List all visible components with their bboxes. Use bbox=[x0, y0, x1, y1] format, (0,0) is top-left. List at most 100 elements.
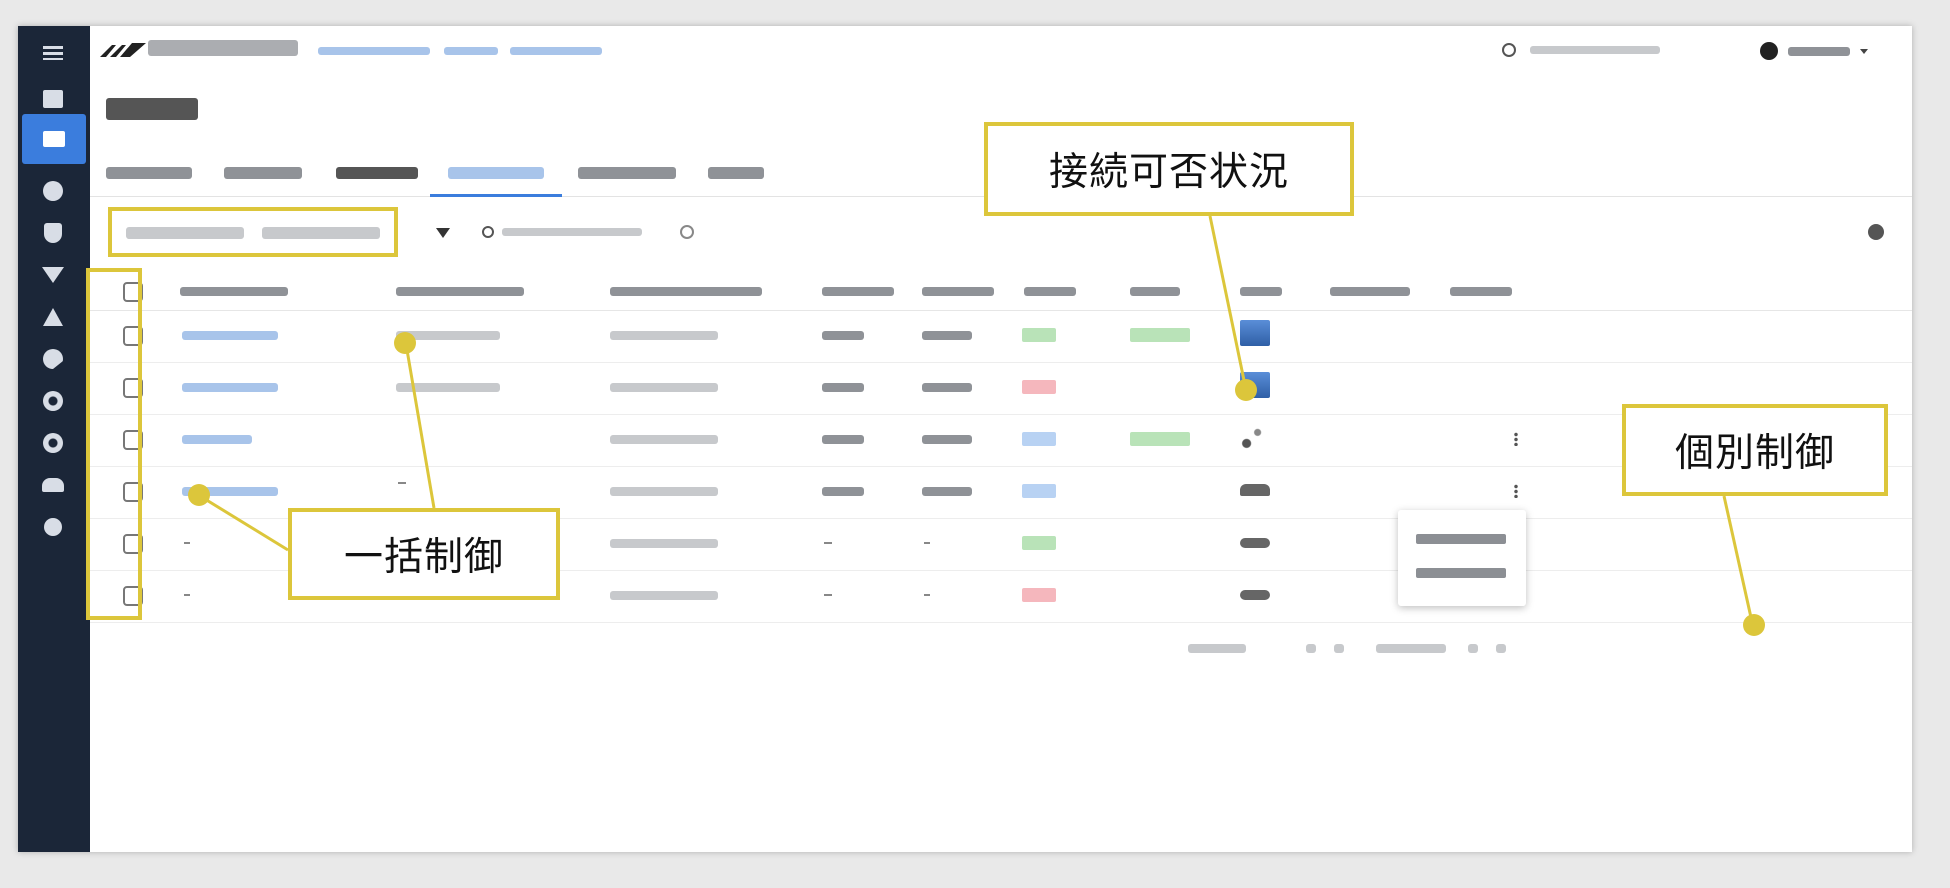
router-icon bbox=[1240, 484, 1270, 496]
col-approval[interactable] bbox=[1130, 287, 1180, 296]
search-icon bbox=[482, 226, 494, 238]
tab-endpoints[interactable] bbox=[430, 150, 562, 197]
shield-icon[interactable] bbox=[40, 220, 66, 246]
cell-auth-server-host bbox=[610, 487, 718, 496]
col-client-2[interactable] bbox=[922, 287, 994, 296]
globe-icon[interactable] bbox=[40, 178, 66, 204]
next-page-button[interactable] bbox=[1468, 644, 1478, 653]
row-menu-button[interactable] bbox=[1514, 432, 1518, 446]
cell-client-1 bbox=[822, 331, 864, 340]
col-client-1[interactable] bbox=[822, 287, 894, 296]
row-menu-button[interactable] bbox=[1514, 484, 1518, 498]
col-ip-address[interactable] bbox=[1330, 287, 1410, 296]
cell-auth-user-empty bbox=[398, 482, 406, 484]
cell-mac-address[interactable] bbox=[182, 435, 252, 444]
menu-item-allow-device[interactable] bbox=[1416, 568, 1506, 578]
callout-anchor-checkbox bbox=[188, 484, 210, 506]
brand-logo-icon bbox=[100, 43, 146, 57]
cell-client-1-empty bbox=[824, 594, 832, 596]
cell-client-2 bbox=[922, 331, 972, 340]
tab-devices[interactable] bbox=[106, 150, 206, 194]
status-badge bbox=[1022, 588, 1056, 602]
asset-icon[interactable] bbox=[22, 114, 86, 164]
callout-connection-status-text: 接続可否状況 bbox=[1048, 150, 1289, 195]
cell-client-1 bbox=[822, 383, 864, 392]
col-status[interactable] bbox=[1024, 287, 1076, 296]
last-page-button[interactable] bbox=[1496, 644, 1506, 653]
col-auth-user[interactable] bbox=[396, 287, 524, 296]
bulk-action-group bbox=[108, 207, 398, 257]
filter-button[interactable] bbox=[428, 218, 458, 248]
cell-mac-address-empty bbox=[184, 542, 190, 544]
cell-client-2 bbox=[922, 487, 972, 496]
cell-client-2-empty bbox=[924, 542, 930, 544]
laptop-icon bbox=[1240, 320, 1270, 346]
page-title bbox=[106, 98, 198, 124]
chart-icon[interactable] bbox=[40, 346, 66, 372]
breadcrumb-site[interactable] bbox=[444, 47, 498, 55]
security-icon[interactable] bbox=[40, 388, 66, 414]
col-action bbox=[1450, 287, 1512, 296]
bulk-allow-button[interactable] bbox=[262, 227, 380, 239]
cell-client-2 bbox=[922, 383, 972, 392]
table-header bbox=[90, 274, 1912, 311]
menu-icon[interactable] bbox=[40, 40, 66, 66]
cell-mac-address[interactable] bbox=[182, 331, 278, 340]
cell-mac-address[interactable] bbox=[182, 383, 278, 392]
cell-auth-server-host bbox=[610, 435, 718, 444]
cell-client-2-empty bbox=[924, 594, 930, 596]
callout-anchor-bulk bbox=[394, 332, 416, 354]
row-context-menu bbox=[1398, 510, 1526, 606]
tab-groups[interactable] bbox=[224, 150, 320, 194]
callout-connection-status: 接続可否状況 bbox=[984, 122, 1354, 216]
router-icon bbox=[1240, 590, 1270, 600]
search-placeholder bbox=[1530, 46, 1660, 54]
user-icon bbox=[1760, 42, 1778, 60]
cell-client-2 bbox=[922, 435, 972, 444]
settings-icon[interactable] bbox=[1868, 224, 1884, 240]
dashboard-icon[interactable] bbox=[40, 86, 66, 112]
breadcrumb-product[interactable] bbox=[318, 47, 430, 55]
router-icon bbox=[1240, 538, 1270, 548]
prev-page-button[interactable] bbox=[1334, 644, 1344, 653]
breadcrumb-address[interactable] bbox=[510, 47, 602, 55]
brand-name bbox=[148, 40, 298, 56]
cell-auth-server-host bbox=[610, 383, 718, 392]
tab-firmware[interactable] bbox=[578, 150, 688, 194]
status-badge bbox=[1022, 484, 1056, 498]
tab-reports[interactable] bbox=[708, 150, 788, 194]
table-search-input[interactable] bbox=[482, 216, 702, 248]
chevron-down-icon bbox=[1860, 48, 1868, 54]
callout-bulk-control: 一括制御 bbox=[288, 508, 560, 600]
status-badge bbox=[1022, 380, 1056, 394]
cell-auth-server-host bbox=[610, 591, 718, 600]
settings-icon[interactable] bbox=[40, 430, 66, 456]
table-row[interactable] bbox=[90, 310, 1912, 363]
status-badge bbox=[1022, 536, 1056, 550]
network-icon[interactable] bbox=[40, 304, 66, 330]
global-search[interactable] bbox=[1502, 36, 1702, 64]
cell-client-1 bbox=[822, 487, 864, 496]
first-page-button[interactable] bbox=[1306, 644, 1316, 653]
callout-bulk-control-text: 一括制御 bbox=[343, 535, 504, 580]
col-icon bbox=[1240, 287, 1282, 296]
approval-badge bbox=[1130, 432, 1190, 446]
cloud-icon[interactable] bbox=[40, 472, 66, 498]
cell-auth-server-host bbox=[610, 331, 718, 340]
bulk-deny-button[interactable] bbox=[126, 227, 244, 239]
help-icon[interactable] bbox=[680, 225, 694, 239]
wifi-icon[interactable] bbox=[40, 262, 66, 288]
user-menu[interactable] bbox=[1760, 38, 1890, 64]
col-auth-server-host[interactable] bbox=[610, 287, 762, 296]
status-badge bbox=[1022, 432, 1056, 446]
top-bar bbox=[90, 26, 1912, 74]
menu-item-deny-device[interactable] bbox=[1416, 534, 1506, 544]
col-mac-address[interactable] bbox=[180, 287, 288, 296]
page-indicator bbox=[1376, 644, 1446, 653]
callout-anchor-individual bbox=[1743, 614, 1765, 636]
device-icon[interactable] bbox=[40, 514, 66, 540]
cell-client-1 bbox=[822, 435, 864, 444]
approval-badge bbox=[1130, 328, 1190, 342]
search-icon bbox=[1502, 43, 1516, 57]
tab-unregistered[interactable] bbox=[336, 150, 436, 194]
